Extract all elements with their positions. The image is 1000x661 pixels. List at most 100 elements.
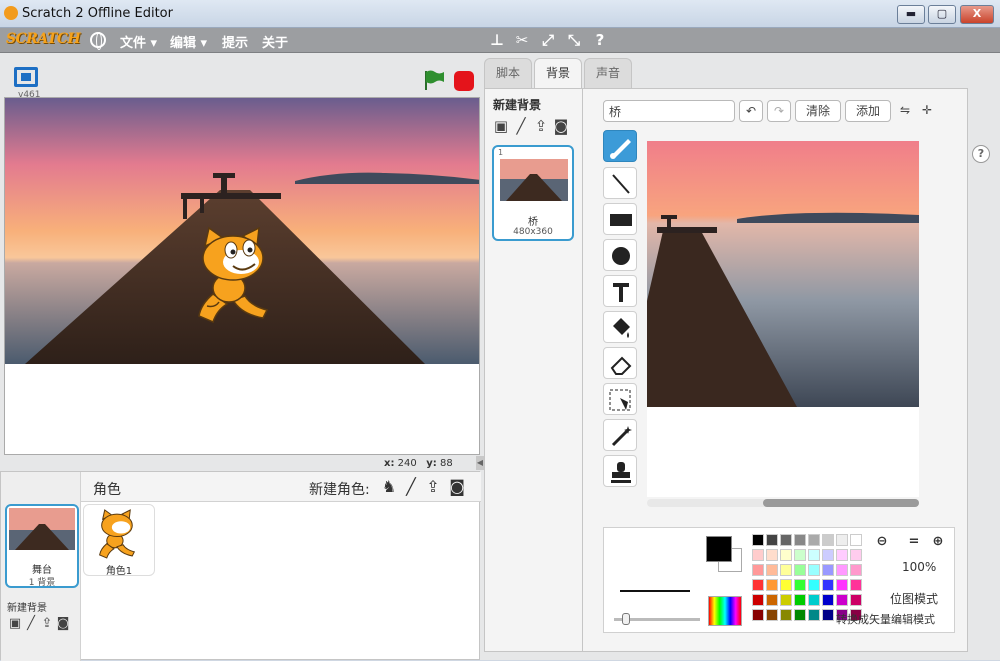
flip-horizontal-icon[interactable]: ⇋: [895, 100, 915, 122]
shrink-icon[interactable]: ⤡: [565, 31, 583, 49]
fullscreen-icon[interactable]: [14, 67, 38, 87]
fill-tool[interactable]: [603, 311, 637, 343]
undo-button[interactable]: ↶: [739, 100, 763, 122]
upload-new-backdrop-icon[interactable]: ⇪: [531, 116, 551, 136]
color-swatch[interactable]: [822, 564, 834, 576]
color-picker-icon[interactable]: [708, 596, 742, 626]
color-swatch[interactable]: [836, 579, 848, 591]
color-swatch[interactable]: [766, 594, 778, 606]
stamp-tool[interactable]: [603, 455, 637, 487]
magic-wand-tool[interactable]: [603, 419, 637, 451]
clear-button[interactable]: 清除: [795, 100, 841, 122]
sprite-card[interactable]: 角色1: [83, 504, 155, 577]
menu-about[interactable]: 关于: [262, 32, 288, 51]
add-button[interactable]: 添加: [845, 100, 891, 122]
color-swatch[interactable]: [794, 534, 806, 546]
menu-edit[interactable]: 编辑 ▾: [170, 32, 207, 51]
color-swatch[interactable]: [766, 579, 778, 591]
color-swatch[interactable]: [780, 579, 792, 591]
color-swatch[interactable]: [780, 534, 792, 546]
canvas-horizontal-scrollbar[interactable]: [647, 499, 919, 507]
color-swatch[interactable]: [836, 534, 848, 546]
sprite-cat[interactable]: [193, 226, 281, 324]
select-tool[interactable]: [603, 383, 637, 415]
tab-sounds[interactable]: 声音: [584, 58, 632, 88]
color-swatch[interactable]: [752, 534, 764, 546]
delete-scissors-icon[interactable]: ✂: [513, 31, 531, 49]
color-swatch[interactable]: [766, 534, 778, 546]
color-swatch[interactable]: [822, 609, 834, 621]
color-swatch[interactable]: [850, 549, 862, 561]
line-tool[interactable]: [603, 167, 637, 199]
color-swatch[interactable]: [850, 564, 862, 576]
color-swatch[interactable]: [850, 534, 862, 546]
set-costume-center-icon[interactable]: ✛: [917, 100, 937, 122]
paint-backdrop-icon[interactable]: ╱: [23, 616, 39, 632]
grow-icon[interactable]: ⤢: [539, 31, 557, 49]
color-swatch[interactable]: [822, 579, 834, 591]
color-swatch[interactable]: [836, 549, 848, 561]
paint-sprite-icon[interactable]: ╱: [401, 477, 421, 497]
color-swatch[interactable]: [822, 594, 834, 606]
stage-canvas[interactable]: [4, 97, 480, 455]
stop-icon[interactable]: [454, 71, 474, 91]
language-globe-icon[interactable]: [90, 32, 106, 50]
color-swatch[interactable]: [766, 549, 778, 561]
text-tool[interactable]: [603, 275, 637, 307]
color-swatch[interactable]: [808, 579, 820, 591]
camera-sprite-icon[interactable]: ◙: [447, 477, 467, 497]
color-swatch[interactable]: [822, 534, 834, 546]
color-swatch[interactable]: [752, 579, 764, 591]
zoom-in-icon[interactable]: ⊕: [928, 532, 948, 552]
line-width-slider[interactable]: [614, 613, 700, 625]
color-swatch[interactable]: [836, 564, 848, 576]
stage-thumbnail[interactable]: 舞台 1 背景: [5, 504, 79, 588]
ellipse-tool[interactable]: [603, 239, 637, 271]
close-button[interactable]: X: [960, 5, 994, 24]
color-swatch[interactable]: [780, 564, 792, 576]
color-swatch[interactable]: [808, 564, 820, 576]
color-swatch[interactable]: [850, 594, 862, 606]
color-swatch[interactable]: [780, 594, 792, 606]
green-flag-icon[interactable]: [423, 69, 445, 91]
color-swatch[interactable]: [794, 594, 806, 606]
menu-file[interactable]: 文件 ▾: [120, 32, 157, 51]
color-swatch[interactable]: [752, 564, 764, 576]
color-swatch[interactable]: [780, 549, 792, 561]
maximize-button[interactable]: ▢: [928, 5, 956, 24]
color-swatch[interactable]: [794, 549, 806, 561]
color-swatch[interactable]: [808, 609, 820, 621]
camera-new-backdrop-icon[interactable]: ◙: [551, 116, 571, 136]
tab-backdrops[interactable]: 背景: [534, 58, 582, 89]
color-swatch[interactable]: [794, 579, 806, 591]
color-swatch[interactable]: [766, 609, 778, 621]
color-swatch[interactable]: [752, 594, 764, 606]
camera-backdrop-icon[interactable]: ◙: [55, 616, 71, 632]
color-swatch[interactable]: [850, 579, 862, 591]
brush-tool[interactable]: [603, 130, 637, 162]
paint-canvas[interactable]: [647, 141, 919, 497]
minimize-button[interactable]: ▬: [897, 5, 925, 24]
color-swatch[interactable]: [822, 549, 834, 561]
paint-new-backdrop-icon[interactable]: ╱: [511, 116, 531, 136]
zoom-out-icon[interactable]: ⊖: [872, 532, 892, 552]
rectangle-tool[interactable]: [603, 203, 637, 235]
eraser-tool[interactable]: [603, 347, 637, 379]
color-swatch[interactable]: [794, 564, 806, 576]
primary-color[interactable]: [706, 536, 732, 562]
scratch-logo[interactable]: SCRATCH: [6, 31, 81, 47]
paint-help-icon[interactable]: ?: [972, 145, 990, 163]
upload-sprite-icon[interactable]: ⇪: [423, 477, 443, 497]
color-swatch[interactable]: [780, 609, 792, 621]
color-swatch[interactable]: [752, 549, 764, 561]
choose-backdrop-icon[interactable]: ▣: [491, 116, 511, 136]
convert-to-vector-button[interactable]: 转换成矢量编辑模式: [836, 610, 954, 630]
color-swatch[interactable]: [766, 564, 778, 576]
upload-backdrop-icon[interactable]: ⇪: [39, 616, 55, 632]
color-swatch[interactable]: [808, 534, 820, 546]
help-icon[interactable]: ?: [591, 31, 609, 49]
tab-scripts[interactable]: 脚本: [484, 58, 532, 88]
line-width-knob[interactable]: [622, 613, 630, 625]
collapse-stage-arrow-icon[interactable]: ◀: [476, 456, 484, 470]
sprite-library-icon[interactable]: ♞: [379, 477, 399, 497]
